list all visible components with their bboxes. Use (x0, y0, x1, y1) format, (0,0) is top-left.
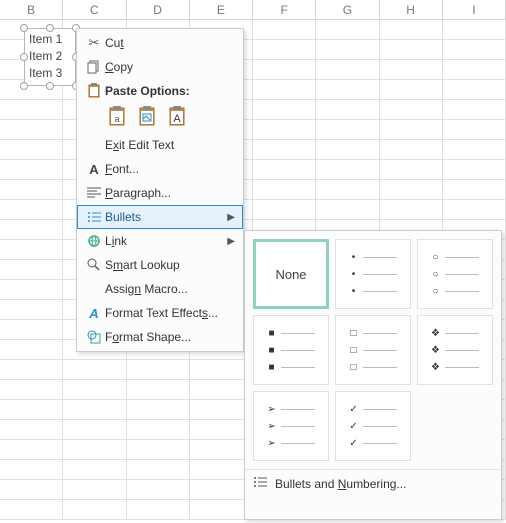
paste-option-text-only[interactable]: A (167, 105, 189, 129)
textbox-line: Item 2 (29, 48, 71, 65)
menu-link[interactable]: Link ▶ (77, 229, 243, 253)
text-effects-icon: A (83, 306, 105, 321)
bullets-icon (253, 476, 267, 491)
textbox-line: Item 1 (29, 31, 71, 48)
menu-smart-lookup[interactable]: Smart Lookup (77, 253, 243, 277)
format-shape-icon (83, 330, 105, 344)
bullets-icon (83, 211, 105, 223)
none-label: None (275, 267, 306, 282)
paste-option-picture[interactable] (137, 105, 159, 129)
paste-options-row: a A (77, 103, 243, 133)
submenu-arrow-icon: ▶ (227, 212, 237, 223)
menu-exit-edit-text[interactable]: Exit Edit Text (77, 133, 243, 157)
bullet-option-filled-square[interactable]: ■ ■ ■ (253, 315, 329, 385)
bullet-option-filled-round[interactable]: • • • (335, 239, 411, 309)
col-E[interactable]: E (190, 0, 253, 19)
resize-handle[interactable] (46, 24, 54, 32)
col-G[interactable]: G (316, 0, 379, 19)
menu-label: Link (105, 234, 227, 248)
footer-label: Bullets and Numbering... (275, 477, 406, 491)
bullet-option-diamond[interactable]: ❖ ❖ ❖ (417, 315, 493, 385)
font-icon: A (83, 162, 105, 177)
link-icon (83, 234, 105, 248)
paste-option-keep-source[interactable]: a (107, 105, 129, 129)
svg-text:A: A (173, 113, 181, 125)
scissors-icon: ✂ (83, 35, 105, 51)
clipboard-icon (83, 83, 105, 99)
col-H[interactable]: H (380, 0, 443, 19)
menu-assign-macro[interactable]: Assign Macro... (77, 277, 243, 301)
menu-cut[interactable]: ✂ Cut (77, 31, 243, 55)
menu-label: Format Text Effects... (105, 306, 237, 320)
menu-label: Bullets (105, 210, 227, 224)
menu-label: Paragraph... (105, 186, 237, 200)
menu-label: Copy (105, 60, 237, 74)
textbox-content[interactable]: Item 1 Item 2 Item 3 (24, 28, 76, 86)
bullet-option-arrow[interactable]: ➢ ➢ ➢ (253, 391, 329, 461)
shape-textbox[interactable]: Item 1 Item 2 Item 3 (24, 28, 76, 86)
column-headers: B C D E F G H I (0, 0, 506, 20)
menu-bullets[interactable]: Bullets ▶ (77, 205, 243, 229)
col-F[interactable]: F (253, 0, 316, 19)
col-D[interactable]: D (127, 0, 190, 19)
menu-format-shape[interactable]: Format Shape... (77, 325, 243, 349)
submenu-arrow-icon: ▶ (227, 236, 237, 247)
bullets-gallery: None • • • ○ ○ ○ ■ ■ ■ □ □ □ ❖ ❖ ❖ ➢ ➢ (244, 230, 502, 520)
paragraph-icon (83, 187, 105, 199)
textbox-line: Item 3 (29, 65, 71, 82)
resize-handle[interactable] (20, 53, 28, 61)
menu-label: Font... (105, 162, 237, 176)
copy-icon (83, 60, 105, 74)
context-menu: ✂ Cut Copy Paste Options: a A Exit Edit … (76, 28, 244, 352)
menu-paragraph[interactable]: Paragraph... (77, 181, 243, 205)
resize-handle[interactable] (46, 82, 54, 90)
menu-label: Smart Lookup (105, 258, 237, 272)
resize-handle[interactable] (20, 24, 28, 32)
menu-font[interactable]: A Font... (77, 157, 243, 181)
bullet-option-hollow-square[interactable]: □ □ □ (335, 315, 411, 385)
col-B[interactable]: B (0, 0, 63, 19)
col-C[interactable]: C (63, 0, 126, 19)
bullet-option-hollow-round[interactable]: ○ ○ ○ (417, 239, 493, 309)
bullets-and-numbering[interactable]: Bullets and Numbering... (245, 469, 501, 497)
menu-label: Cut (105, 36, 237, 50)
svg-text:a: a (114, 114, 119, 124)
menu-label: Paste Options: (105, 84, 237, 98)
menu-label: Assign Macro... (105, 282, 237, 296)
bullet-option-check[interactable]: ✓ ✓ ✓ (335, 391, 411, 461)
menu-paste-options-header: Paste Options: (77, 79, 243, 103)
menu-format-text-effects[interactable]: A Format Text Effects... (77, 301, 243, 325)
smart-lookup-icon (83, 258, 105, 272)
col-I[interactable]: I (443, 0, 506, 19)
bullet-option-none[interactable]: None (253, 239, 329, 309)
resize-handle[interactable] (20, 82, 28, 90)
menu-copy[interactable]: Copy (77, 55, 243, 79)
menu-label: Format Shape... (105, 330, 237, 344)
menu-label: Exit Edit Text (105, 138, 237, 152)
